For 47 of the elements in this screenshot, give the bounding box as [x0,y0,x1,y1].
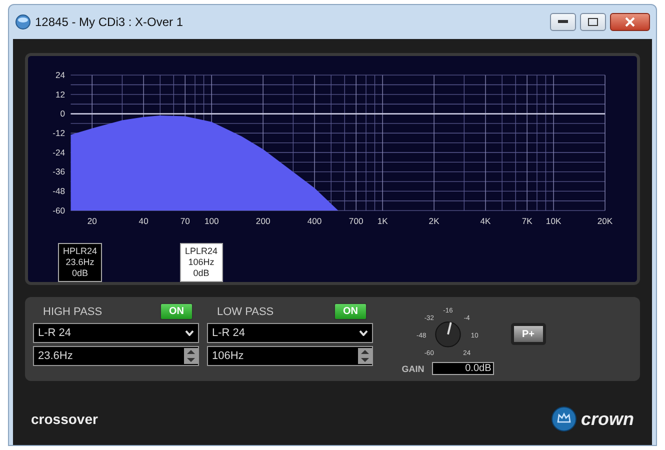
close-button[interactable] [610,13,650,31]
x-axis-label: 10K [546,216,562,226]
x-axis-label: 200 [256,216,270,226]
y-axis-label: -48 [52,186,66,196]
gain-knob[interactable] [435,322,461,348]
x-axis-label: 20 [87,216,97,226]
filter-type-dropdown[interactable]: L-R 24 [33,323,199,343]
y-axis-label: -24 [52,147,66,158]
filter-label: HIGH PASS [43,306,102,318]
gain-value-field[interactable]: 0.0dB [432,362,494,375]
x-axis-label: 2K [428,216,440,226]
app-icon [15,14,31,30]
frequency-field[interactable]: 23.6Hz [33,346,199,366]
maximize-icon [588,18,598,26]
gain-label: GAIN [402,364,424,374]
x-axis-label: 1K [377,216,388,226]
y-axis-label: 0 [60,108,66,119]
x-axis-label: 7K [522,216,532,226]
x-axis-label: 400 [307,216,322,226]
close-icon [625,17,635,27]
y-axis-label: 24 [55,70,66,80]
y-axis-label: -36 [52,166,66,177]
filter-marker-label[interactable]: LPLR24 106Hz 0dB [180,243,223,282]
x-axis-label: 70 [180,216,190,226]
x-axis-label: 4K [480,216,491,226]
window-title: 12845 - My CDi3 : X-Over 1 [35,15,184,29]
chevron-down-icon [185,330,194,336]
y-axis-label: -60 [52,205,66,216]
crown-logo-icon [550,406,577,432]
brand-name: crown [580,408,634,430]
y-axis-label: -12 [52,128,66,138]
spinner-arrows-icon[interactable] [184,348,198,364]
y-axis-label: 12 [55,89,66,100]
filter-label: LOW PASS [217,306,274,318]
chevron-down-icon [359,330,368,336]
filter-marker-label[interactable]: HPLR24 23.6Hz 0dB [58,243,102,282]
footer-title: crossover [31,411,98,427]
filter-type-dropdown[interactable]: L-R 24 [207,323,373,343]
x-axis-label: 100 [204,216,219,226]
x-axis-label: 700 [348,216,364,226]
spinner-arrows-icon[interactable] [358,348,372,364]
minimize-icon [558,20,568,24]
minimize-button[interactable] [550,13,576,31]
maximize-button[interactable] [580,13,606,31]
frequency-field[interactable]: 106Hz [207,346,373,366]
x-axis-label: 20K [597,216,613,226]
x-axis-label: 40 [138,216,148,226]
